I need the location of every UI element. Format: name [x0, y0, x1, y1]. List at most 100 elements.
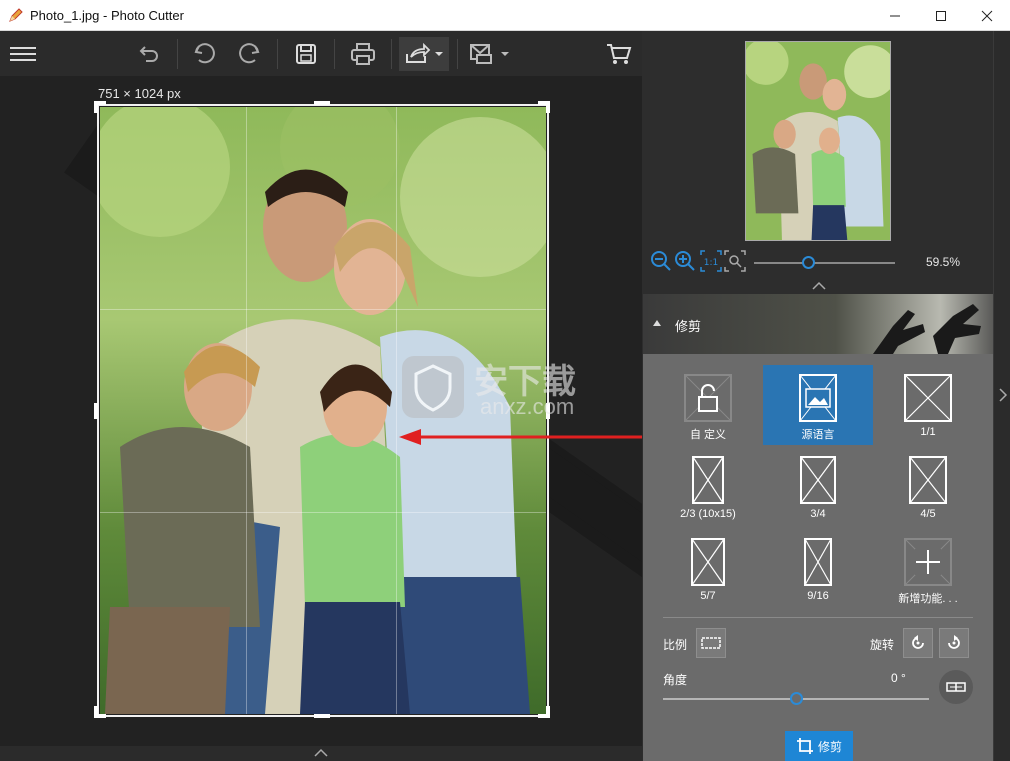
- orientation-icon: [701, 637, 721, 649]
- undo-arrow-icon: [139, 46, 158, 62]
- undo-icon: [194, 43, 215, 64]
- watermark-url: anxz.com: [480, 394, 575, 419]
- angle-slider-knob[interactable]: [790, 692, 803, 705]
- share-button[interactable]: [399, 37, 449, 71]
- send-icon: [470, 44, 509, 64]
- crop-icon: [796, 738, 813, 754]
- toolbar-divider: [177, 39, 178, 69]
- rotate-right-icon: [948, 635, 960, 649]
- ratio-4-5-icon: [909, 456, 947, 504]
- crop-handle-top-left[interactable]: [94, 101, 98, 113]
- share-icon: [406, 42, 443, 63]
- unlock-icon: [684, 374, 732, 422]
- toolbar-divider: [391, 39, 392, 69]
- orientation-button[interactable]: [696, 628, 726, 658]
- watermark: 安下载 anxz.com: [398, 352, 618, 422]
- cart-icon: [607, 44, 632, 64]
- zoom-slider-knob[interactable]: [801, 256, 815, 269]
- rotate-right-button[interactable]: [939, 628, 969, 658]
- panel-collapse-strip[interactable]: [993, 31, 1010, 761]
- rotate-left-icon: [912, 635, 924, 649]
- crop-handle-bottom[interactable]: [314, 714, 330, 718]
- level-icon: [946, 682, 966, 692]
- ratio-5-7-button[interactable]: 5/7: [653, 529, 763, 609]
- preview-thumbnail[interactable]: [745, 41, 891, 241]
- rotate-left-button[interactable]: [903, 628, 933, 658]
- undo-button[interactable]: [188, 37, 222, 71]
- close-icon: [981, 10, 993, 21]
- ratio-label: 9/16: [807, 590, 829, 602]
- ratio-3-4-icon: [800, 456, 836, 504]
- ratio-label: 1/1: [920, 426, 936, 438]
- crop-handle-bottom-left[interactable]: [94, 706, 98, 718]
- crop-handle-left[interactable]: [94, 403, 98, 419]
- ratio-label: 3/4: [810, 508, 826, 520]
- redo-icon: [239, 43, 260, 64]
- ratio-3-4-button[interactable]: 3/4: [763, 447, 873, 527]
- toolbar: [0, 31, 642, 76]
- collapse-preview-icon[interactable]: [812, 281, 826, 291]
- ratio-label-text: 比例: [663, 638, 688, 652]
- svg-text:1:1: 1:1: [704, 258, 718, 268]
- minimize-icon: [890, 15, 900, 16]
- chevron-up-icon: [314, 748, 328, 757]
- maximize-icon: [936, 10, 946, 21]
- angle-label-text: 角度: [663, 673, 688, 687]
- crop-handle-top-right[interactable]: [546, 101, 550, 113]
- ratio-2-3-button[interactable]: 2/3 (10x15): [653, 447, 763, 527]
- crop-handle-bottom-right[interactable]: [546, 706, 550, 718]
- title-bar: Photo_1.jpg - Photo Cutter: [0, 0, 1010, 31]
- ratio-2-3-icon: [692, 456, 724, 504]
- fit-to-window-icon[interactable]: [724, 250, 746, 272]
- chevron-right-icon: [999, 388, 1008, 402]
- ratio-1-1-button[interactable]: 1/1: [873, 365, 983, 445]
- menu-icon: [10, 47, 36, 61]
- zoom-out-icon[interactable]: [650, 250, 672, 272]
- rotate-label-text: 旋转: [870, 638, 895, 652]
- ratio-4-5-button[interactable]: 4/5: [873, 447, 983, 527]
- panel-divider: [663, 617, 973, 618]
- ratio-label: 5/7: [700, 590, 716, 602]
- print-icon: [351, 43, 375, 65]
- add-icon: [904, 538, 952, 586]
- toolbar-divider: [277, 39, 278, 69]
- print-button[interactable]: [346, 37, 380, 71]
- original-ratio-icon: [799, 374, 837, 422]
- ratio-label: 自 定义: [689, 429, 727, 441]
- crop-apply-label: 修剪: [817, 739, 842, 754]
- pencil-app-icon: [9, 8, 23, 22]
- maximize-button[interactable]: [918, 0, 964, 31]
- ratio-label: 新增功能. . .: [898, 593, 958, 605]
- angle-value: 0 °: [891, 671, 906, 685]
- menu-button[interactable]: [6, 37, 40, 71]
- ratio-label: 4/5: [920, 508, 936, 520]
- image-dimensions: 751 × 1024 px: [98, 86, 181, 101]
- send-button[interactable]: [466, 37, 512, 71]
- ratio-label: 2/3 (10x15): [680, 508, 736, 520]
- toolbar-divider: [457, 39, 458, 69]
- undo-all-button[interactable]: [132, 37, 166, 71]
- canvas-bottom-bar[interactable]: [0, 746, 642, 761]
- crop-apply-button[interactable]: 修剪: [785, 731, 853, 761]
- watermark-shield-icon: [402, 356, 464, 418]
- redo-button[interactable]: [232, 37, 266, 71]
- close-button[interactable]: [964, 0, 1010, 31]
- toolbar-divider: [334, 39, 335, 69]
- zoom-in-icon[interactable]: [674, 250, 696, 272]
- ratio-custom-button[interactable]: 自 定义: [653, 365, 763, 445]
- minimize-button[interactable]: [872, 0, 918, 31]
- save-button[interactable]: [289, 37, 323, 71]
- window-title: Photo_1.jpg - Photo Cutter: [30, 8, 184, 23]
- crop-handle-top[interactable]: [314, 101, 330, 105]
- level-button[interactable]: [939, 670, 973, 704]
- ratio-original-button[interactable]: 源语言: [763, 365, 873, 445]
- zoom-slider-track[interactable]: [754, 262, 895, 264]
- collapse-triangle-icon: [653, 320, 661, 326]
- ratio-new-features-button[interactable]: 新增功能. . .: [873, 529, 983, 609]
- ratio-9-16-icon: [804, 538, 832, 586]
- actual-size-icon[interactable]: 1:1: [700, 250, 722, 272]
- cart-button[interactable]: [602, 37, 636, 71]
- ratio-1-1-icon: [904, 374, 952, 422]
- crop-section-header[interactable]: 修剪: [643, 294, 993, 354]
- ratio-9-16-button[interactable]: 9/16: [763, 529, 873, 609]
